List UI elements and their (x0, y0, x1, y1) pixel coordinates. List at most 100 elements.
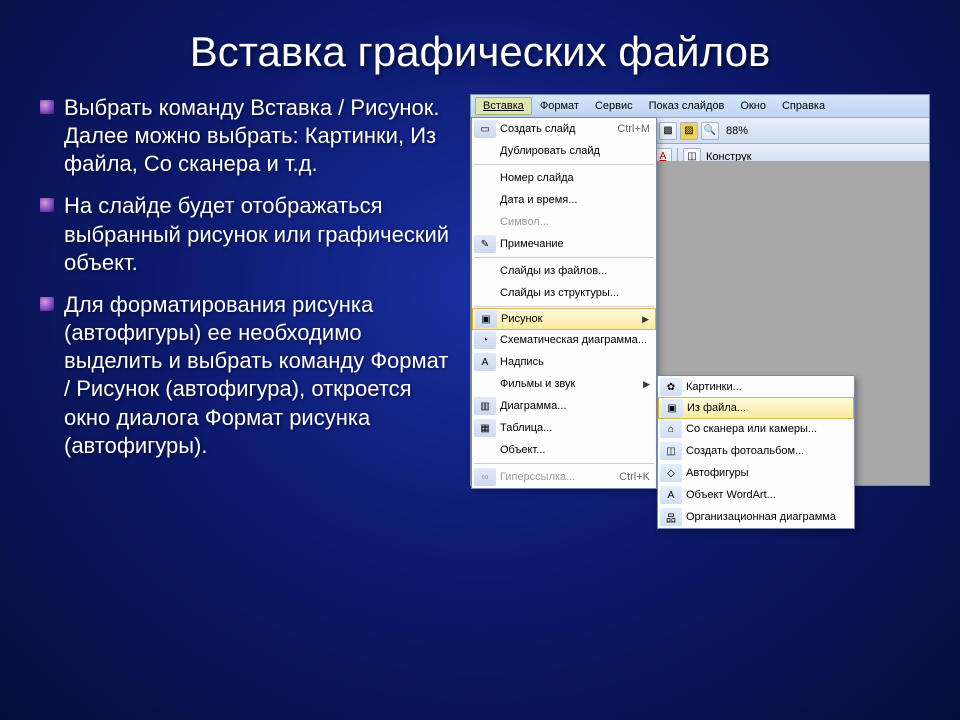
menu-item-label: Рисунок (501, 313, 636, 325)
insert-menu-item[interactable]: Объект... (472, 439, 656, 461)
bullet-list: Выбрать команду Вставка / Рисунок. Далее… (40, 94, 460, 486)
menu-shortcut: Ctrl+K (619, 471, 650, 483)
submenu-arrow-icon: ▶ (643, 379, 650, 390)
link-icon: ∞ (474, 468, 496, 486)
powerpoint-screenshot: Вставка Формат Сервис Показ слайдов Окно… (470, 94, 930, 486)
submenu-arrow-icon: ▶ (642, 314, 649, 325)
insert-menu-item[interactable]: A Надпись (472, 351, 656, 373)
insert-menu-item: ∞ Гиперссылка... Ctrl+K (472, 466, 656, 488)
menu-shortcut: Ctrl+M (617, 123, 650, 135)
menu-item-label: Объект... (500, 444, 650, 456)
menu-format[interactable]: Формат (532, 97, 587, 115)
bullet-item: На слайде будет отображаться выбранный р… (40, 192, 460, 276)
menu-slideshow[interactable]: Показ слайдов (641, 97, 733, 115)
blank-icon (474, 375, 496, 393)
wordart-icon: A (660, 486, 682, 504)
picture-submenu-item[interactable]: ⌂ Со сканера или камеры... (658, 418, 854, 440)
picture-submenu-item[interactable]: ◇ Автофигуры (658, 462, 854, 484)
insert-menu-item[interactable]: Номер слайда (472, 167, 656, 189)
blank-icon (474, 262, 496, 280)
picture-submenu-item[interactable]: 品 Организационная диаграмма (658, 506, 854, 528)
menu-item-label: Диаграмма... (500, 400, 650, 412)
menu-item-label: Слайды из структуры... (500, 287, 650, 299)
album-icon: ◫ (660, 442, 682, 460)
blank-icon (474, 169, 496, 187)
menu-item-label: Со сканера или камеры... (686, 423, 848, 435)
menu-help[interactable]: Справка (774, 97, 833, 115)
menu-item-label: Таблица... (500, 422, 650, 434)
blank-icon (474, 284, 496, 302)
insert-menu-item[interactable]: ▥ Диаграмма... (472, 395, 656, 417)
insert-menu: ▭ Создать слайд Ctrl+M Дублировать слайд Ном… (471, 117, 657, 489)
clipart-icon: ✿ (660, 378, 682, 396)
zoom-value[interactable]: 88% (726, 125, 748, 137)
menu-divider (474, 463, 654, 464)
menu-item-label: Создать фотоальбом... (686, 445, 848, 457)
chart-icon: ▥ (474, 397, 496, 415)
picture-submenu: ✿ Картинки...▣ Из файла... ⌂ Со сканера или … (657, 375, 855, 529)
textbox-icon: A (474, 353, 496, 371)
menu-item-label: Из файла... (687, 402, 847, 414)
menu-tools[interactable]: Сервис (587, 97, 641, 115)
picture-submenu-item[interactable]: A Объект WordArt... (658, 484, 854, 506)
menu-divider (474, 306, 654, 307)
scanner-icon: ⌂ (660, 420, 682, 438)
blank-icon (474, 191, 496, 209)
menu-divider (474, 257, 654, 258)
bullet-text: На слайде будет отображаться выбранный р… (64, 192, 460, 276)
blank-icon (474, 142, 496, 160)
menu-item-label: Объект WordArt... (686, 489, 848, 501)
color-button[interactable]: ▨ (680, 122, 698, 140)
menu-bar: Вставка Формат Сервис Показ слайдов Окно… (471, 95, 929, 118)
insert-menu-item[interactable]: Дублировать слайд (472, 140, 656, 162)
bullet-text: Выбрать команду Вставка / Рисунок. Далее… (64, 94, 460, 178)
zoom-button[interactable]: 🔍 (701, 122, 719, 140)
bullet-marker-icon (40, 297, 54, 311)
picture-submenu-item[interactable]: ✿ Картинки... (658, 376, 854, 398)
insert-menu-item[interactable]: Фильмы и звук ▶ (472, 373, 656, 395)
menu-insert[interactable]: Вставка (475, 97, 532, 115)
slide-title: Вставка графических файлов (0, 0, 960, 84)
bullet-marker-icon (40, 100, 54, 114)
insert-menu-item[interactable]: ◔ Схематическая диаграмма... (472, 329, 656, 351)
autoshapes-icon: ◇ (660, 464, 682, 482)
menu-item-label: Гиперссылка... (500, 471, 613, 483)
bullet-text: Для форматирования рисунка (автофигуры) … (64, 291, 460, 460)
fromfile-icon: ▣ (661, 399, 683, 417)
menu-item-label: Номер слайда (500, 172, 650, 184)
orgchart-icon: 品 (660, 508, 682, 526)
menu-item-label: Надпись (500, 356, 650, 368)
menu-item-label: Дублировать слайд (500, 145, 650, 157)
menu-item-label: Слайды из файлов... (500, 265, 650, 277)
insert-menu-item[interactable]: Дата и время... (472, 189, 656, 211)
menu-item-label: Организационная диаграмма (686, 511, 848, 523)
diagram-icon: ◔ (474, 331, 496, 349)
bullet-item: Выбрать команду Вставка / Рисунок. Далее… (40, 94, 460, 178)
menu-label: Вставка (483, 100, 524, 112)
picture-submenu-item[interactable]: ▣ Из файла... (658, 397, 854, 419)
insert-menu-item[interactable]: Слайды из структуры... (472, 282, 656, 304)
menu-divider (474, 164, 654, 165)
menu-window[interactable]: Окно (732, 97, 774, 115)
insert-menu-item[interactable]: ▭ Создать слайд Ctrl+M (472, 118, 656, 140)
picture-submenu-item[interactable]: ◫ Создать фотоальбом... (658, 440, 854, 462)
insert-menu-item: Символ... (472, 211, 656, 233)
menu-item-label: Автофигуры (686, 467, 848, 479)
insert-menu-item[interactable]: Слайды из файлов... (472, 260, 656, 282)
insert-menu-item[interactable]: ▦ Таблица... (472, 417, 656, 439)
insert-menu-item[interactable]: ▣ Рисунок ▶ (472, 308, 656, 330)
menu-item-label: Схематическая диаграмма... (500, 334, 650, 346)
grid-button[interactable]: ▩ (659, 122, 677, 140)
menu-item-label: Примечание (500, 238, 650, 250)
bullet-marker-icon (40, 198, 54, 212)
menu-item-label: Создать слайд (500, 123, 611, 135)
menu-item-label: Картинки... (686, 381, 848, 393)
menu-item-label: Фильмы и звук (500, 378, 637, 390)
comment-icon: ✎ (474, 235, 496, 253)
blank-icon (474, 213, 496, 231)
insert-menu-item[interactable]: ✎ Примечание (472, 233, 656, 255)
picture-icon: ▣ (475, 310, 497, 328)
new-slide-icon: ▭ (474, 120, 496, 138)
menu-item-label: Дата и время... (500, 194, 650, 206)
table-icon: ▦ (474, 419, 496, 437)
